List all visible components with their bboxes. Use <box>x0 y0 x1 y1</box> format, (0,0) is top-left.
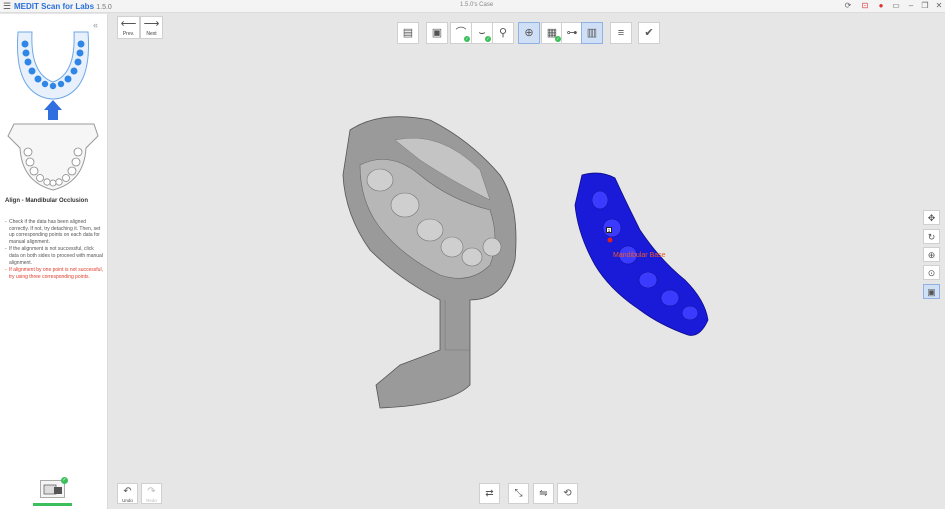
multi-point-align-tool[interactable]: ⇋ <box>533 483 554 504</box>
complete-check-icon: ✓ <box>485 36 491 42</box>
pan-button[interactable]: ✥ <box>923 210 940 225</box>
occlusion-icon: ⚲ <box>498 27 508 39</box>
pan-icon: ✥ <box>927 213 936 223</box>
align-occlusion-icon: ⊶ <box>566 27 578 39</box>
progress-bar <box>33 503 72 506</box>
next-button[interactable]: ⟶ Next <box>140 16 163 39</box>
refresh-icon[interactable]: ⟳ <box>843 1 853 11</box>
mandible-tool[interactable]: ⌣ ✓ <box>471 22 493 44</box>
occlusion-diagram <box>7 31 99 191</box>
hamburger-icon[interactable]: ☰ <box>3 1 11 11</box>
detach-icon: ⇄ <box>485 488 494 499</box>
arrow-left-icon: ⟵ <box>120 18 137 30</box>
thumbnail-check-icon: ✓ <box>61 477 68 484</box>
edit-icon: ≡ <box>617 27 625 39</box>
scan-box-tool[interactable]: ▣ <box>426 22 448 44</box>
complete-icon: ✔ <box>644 27 654 39</box>
align-mandible-icon: ▥ <box>586 27 598 39</box>
record-icon[interactable]: ● <box>876 1 886 11</box>
rotate-icon: ↻ <box>927 232 936 242</box>
instruction-item: If the alignment is not successful, clic… <box>5 246 103 266</box>
zoom-in-button[interactable]: ⊕ <box>923 247 940 262</box>
sidebar-panel: « Align - Mandibular Occlusion Check if … <box>0 14 108 509</box>
screenshot-icon[interactable]: ▭ <box>891 1 901 11</box>
align-occlusion-tool[interactable]: ⊶ <box>561 22 583 44</box>
warning-item: If alignment by one point is not success… <box>5 267 103 280</box>
occlusion-tool[interactable]: ⚲ <box>492 22 514 44</box>
3d-viewport[interactable] <box>0 0 945 509</box>
case-name: 1.5.0's Case <box>460 2 494 8</box>
zoom-fit-icon: ⊙ <box>927 268 936 278</box>
view-mode-icon: ▣ <box>927 287 936 297</box>
close-icon[interactable]: ✕ <box>934 1 944 11</box>
instruction-list: Check if the data has been aligned corre… <box>5 219 103 281</box>
restore-icon[interactable]: ❐ <box>920 1 930 11</box>
edit-tool[interactable]: ≡ <box>610 22 632 44</box>
rotate-button[interactable]: ↻ <box>923 229 940 244</box>
detach-tool[interactable]: ⇄ <box>479 483 500 504</box>
align-tool[interactable]: ⊕ <box>518 22 540 44</box>
instruction-item: Check if the data has been aligned corre… <box>5 219 103 245</box>
one-point-align-icon: ⤡ <box>514 488 523 499</box>
prev-button[interactable]: ⟵ Prev. <box>117 16 140 39</box>
arrow-right-icon: ⟶ <box>143 18 160 30</box>
reset-tool[interactable]: ⟲ <box>557 483 578 504</box>
correspondence-point[interactable] <box>607 237 613 243</box>
align-maxilla-tool[interactable]: ▦ ✓ <box>541 22 563 44</box>
maxillary-model[interactable] <box>342 116 517 409</box>
align-mandible-tool[interactable]: ▥ <box>581 22 603 44</box>
complete-tool[interactable]: ✔ <box>638 22 660 44</box>
model-label: Mandibular Base <box>613 252 666 259</box>
app-title: MEDIT Scan for Labs 1.5.0 <box>14 2 112 11</box>
point-number-badge: 1 <box>606 227 612 233</box>
title-bar: ☰ MEDIT Scan for Labs 1.5.0 1.5.0's Case… <box>0 0 945 13</box>
redo-icon: ↷ <box>147 486 156 497</box>
case-info-tool[interactable]: ▤ <box>397 22 419 44</box>
maxilla-tool[interactable]: ⌒ ✓ <box>450 22 472 44</box>
align-icon: ⊕ <box>524 27 534 39</box>
reset-icon: ⟲ <box>563 488 572 499</box>
minimize-icon[interactable]: – <box>906 1 916 11</box>
undo-icon: ↶ <box>123 486 132 497</box>
zoom-in-icon: ⊕ <box>927 250 936 260</box>
scan-box-icon: ▣ <box>431 27 443 39</box>
one-point-align-tool[interactable]: ⤡ <box>508 483 529 504</box>
undo-button[interactable]: ↶ Undo <box>117 483 138 504</box>
screen-capture-icon[interactable]: ⊡ <box>860 1 870 11</box>
step-title: Align - Mandibular Occlusion <box>5 198 89 204</box>
case-info-icon: ▤ <box>402 27 414 39</box>
view-mode-button[interactable]: ▣ <box>923 284 940 299</box>
zoom-fit-button[interactable]: ⊙ <box>923 265 940 280</box>
multi-point-align-icon: ⇋ <box>539 488 548 499</box>
complete-check-icon: ✓ <box>464 36 470 42</box>
redo-button[interactable]: ↷ Redo <box>141 483 162 504</box>
